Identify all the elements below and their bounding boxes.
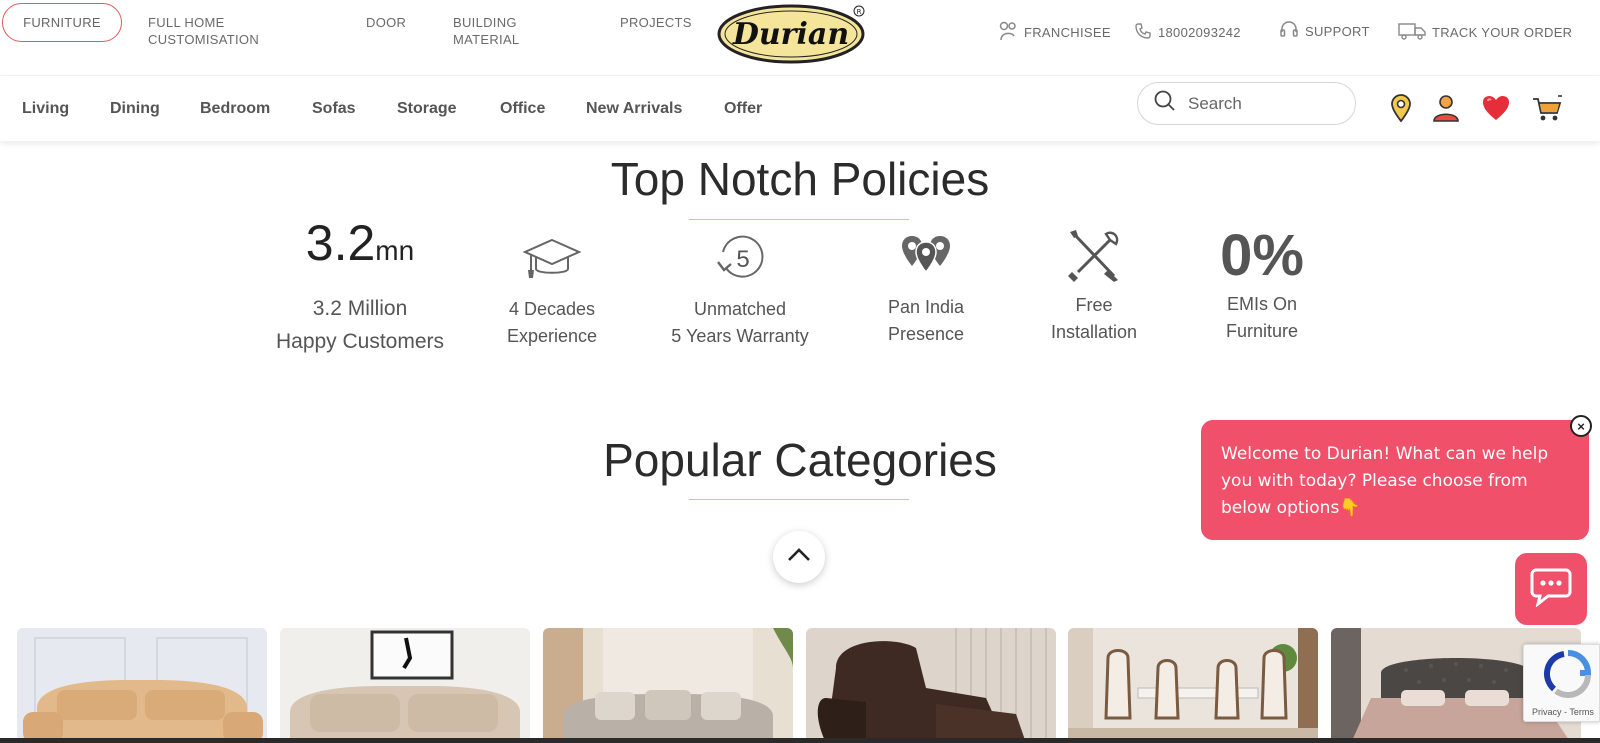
chat-welcome-message[interactable]: Welcome to Durian! What can we help you … [1201,420,1589,540]
durian-logo[interactable]: Durian R [717,2,867,64]
stat-presence: Pan India Presence [866,230,986,348]
headset-icon [1279,20,1299,43]
warranty-line2: 5 Years Warranty [671,326,809,346]
category-card-dining-set[interactable] [1068,628,1318,743]
location-icon[interactable] [1386,93,1416,123]
stat-emi: 0% EMIs On Furniture [1192,222,1332,345]
chat-icon [1530,567,1572,612]
door-link[interactable]: DOOR [366,14,406,31]
track-order-link[interactable]: TRACK YOUR ORDER [1398,22,1572,43]
support-link[interactable]: SUPPORT [1279,20,1370,43]
truck-icon [1398,22,1426,43]
nav-item-office[interactable]: Office [500,100,545,118]
stat-decades: 4 Decades Experience [492,236,612,350]
recaptcha-badge[interactable]: Privacy - Terms [1523,644,1600,722]
recaptcha-icon [1542,649,1594,704]
map-pins-icon [866,230,986,284]
chat-launcher-button[interactable] [1515,553,1587,625]
install-line2: Installation [1050,322,1138,342]
nav-item-offer[interactable]: Offer [724,100,762,118]
graduation-cap-icon [492,236,612,284]
decades-line2: Experience [506,326,598,346]
install-line1: Free [1075,295,1113,315]
phone-link[interactable]: 18002093242 [1134,22,1241,43]
svg-text:R: R [857,8,862,16]
full-home-customisation-link[interactable]: FULL HOME CUSTOMISATION [148,14,259,48]
search-box[interactable] [1137,82,1356,125]
category-card-recliner-sofa[interactable] [280,628,530,743]
customers-number: 3.2mn [305,215,415,271]
search-icon [1154,90,1176,117]
furniture-tab[interactable]: FURNITURE [2,3,122,42]
categories-title-underline [689,499,909,500]
decades-line1: 4 Decades [508,299,596,319]
nav-item-living[interactable]: Living [22,100,69,118]
page-bottom-edge [0,738,1600,743]
main-nav: Living Dining Bedroom Sofas Storage Offi… [0,75,1600,141]
top-bar: FURNITURE FULL HOME CUSTOMISATION DOOR B… [0,0,1600,75]
user-icon[interactable] [1431,93,1461,123]
category-card-sofa[interactable] [17,628,267,743]
policies-title: Top Notch Policies [610,153,990,205]
franchisee-icon [998,20,1018,45]
search-input[interactable] [1188,93,1328,114]
emi-line2: Furniture [1225,321,1299,341]
customers-line2: Happy Customers [275,330,445,353]
customers-line1: 3.2 Million [312,297,408,320]
stat-installation: Free Installation [1034,228,1154,346]
scroll-to-top-button[interactable] [773,531,825,583]
projects-link[interactable]: PROJECTS [620,14,692,31]
emi-percent: 0% [1220,223,1304,288]
recaptcha-links[interactable]: Privacy - Terms [1532,707,1594,717]
nav-item-sofas[interactable]: Sofas [312,100,356,118]
nav-item-dining[interactable]: Dining [110,100,160,118]
tools-icon [1034,228,1154,284]
stat-warranty: 5 Unmatched 5 Years Warranty [660,232,820,350]
chat-close-button[interactable]: × [1570,415,1592,437]
category-card-sofa-grey[interactable] [543,628,793,743]
presence-line2: Presence [887,324,965,344]
franchisee-link[interactable]: FRANCHISEE [998,20,1111,45]
warranty-icon: 5 [660,232,820,284]
heart-icon[interactable] [1481,93,1511,123]
category-card-recliner[interactable] [806,628,1056,743]
cart-icon[interactable] [1531,93,1562,123]
nav-item-storage[interactable]: Storage [397,100,457,118]
stat-customers: 3.2mn 3.2 Million Happy Customers [260,214,460,358]
nav-item-new-arrivals[interactable]: New Arrivals [586,100,682,118]
svg-text:Durian: Durian [732,17,849,52]
chevron-up-icon [787,547,811,567]
warranty-line1: Unmatched [693,299,787,319]
presence-line1: Pan India [887,297,965,317]
building-material-link[interactable]: BUILDING MATERIAL [453,14,519,48]
emi-line1: EMIs On [1226,294,1297,314]
nav-item-bedroom[interactable]: Bedroom [200,100,270,118]
phone-icon [1134,22,1152,43]
svg-text:5: 5 [736,246,749,273]
policies-title-underline [689,219,909,220]
